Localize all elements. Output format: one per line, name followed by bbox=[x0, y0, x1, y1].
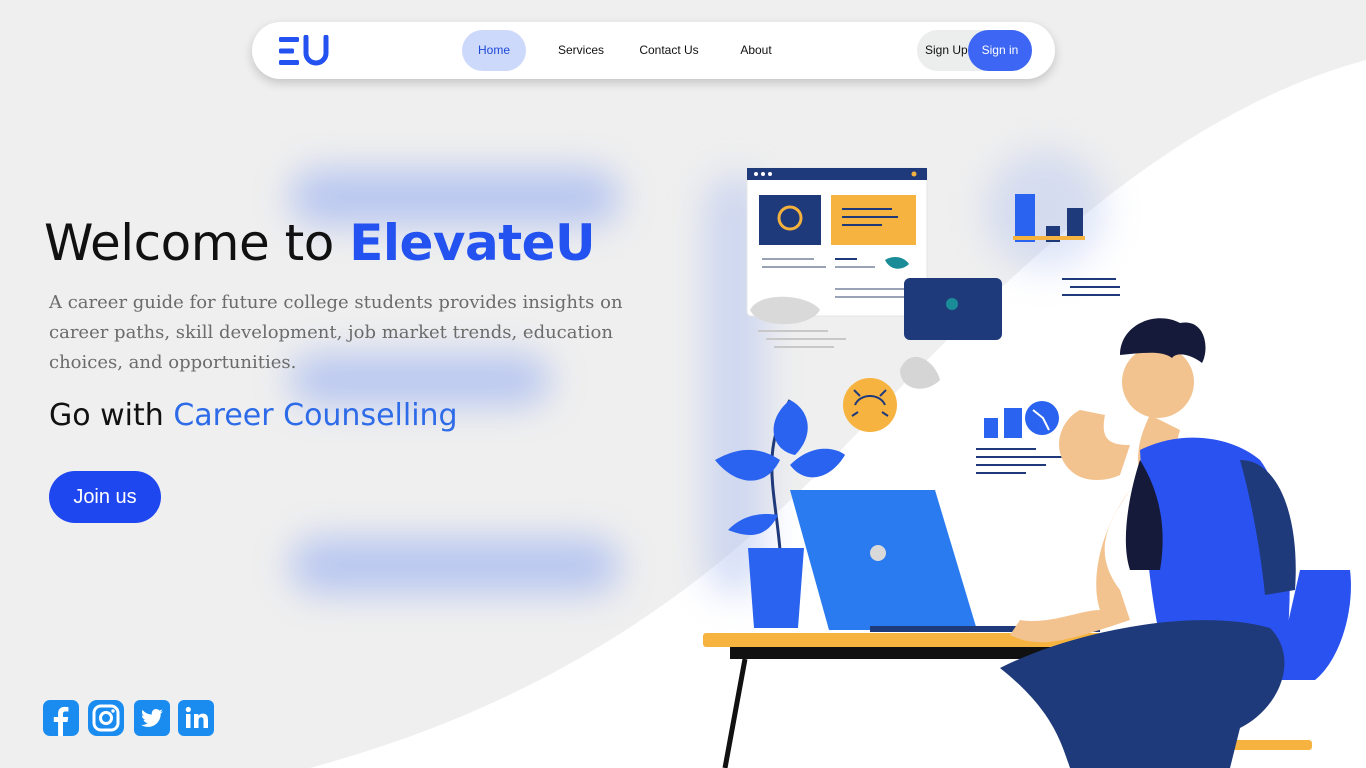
auth-group: Sign Up Sign in bbox=[917, 30, 1032, 71]
join-us-button[interactable]: Join us bbox=[49, 471, 161, 523]
hero-subtitle-accent: Career Counselling bbox=[173, 398, 458, 433]
brand-logo[interactable] bbox=[279, 35, 331, 67]
hero-title-prefix: Welcome to bbox=[44, 214, 350, 272]
linkedin-icon[interactable] bbox=[178, 700, 214, 736]
decor-blob bbox=[290, 538, 620, 593]
nav-services[interactable]: Services bbox=[548, 30, 614, 71]
sign-up-button[interactable]: Sign Up bbox=[925, 30, 968, 71]
twitter-icon[interactable] bbox=[134, 700, 170, 736]
sign-in-button[interactable]: Sign in bbox=[968, 30, 1032, 71]
hero-description: A career guide for future college studen… bbox=[49, 292, 623, 373]
hero-title-brand: ElevateU bbox=[349, 214, 596, 272]
hero-subtitle-prefix: Go with bbox=[49, 398, 174, 433]
nav-contact-us[interactable]: Contact Us bbox=[632, 30, 706, 71]
instagram-icon[interactable] bbox=[88, 700, 124, 736]
hero-illustration bbox=[703, 167, 1351, 768]
nav-home[interactable]: Home bbox=[462, 30, 526, 71]
browser-card-illustration bbox=[746, 167, 928, 317]
facebook-icon[interactable] bbox=[43, 700, 79, 736]
nav-about[interactable]: About bbox=[730, 30, 782, 71]
hero-subtitle: Go with Career Counselling bbox=[49, 398, 458, 433]
hero-title: Welcome to ElevateU bbox=[44, 214, 596, 272]
top-navbar: Home Services Contact Us About Sign Up S… bbox=[252, 22, 1055, 79]
